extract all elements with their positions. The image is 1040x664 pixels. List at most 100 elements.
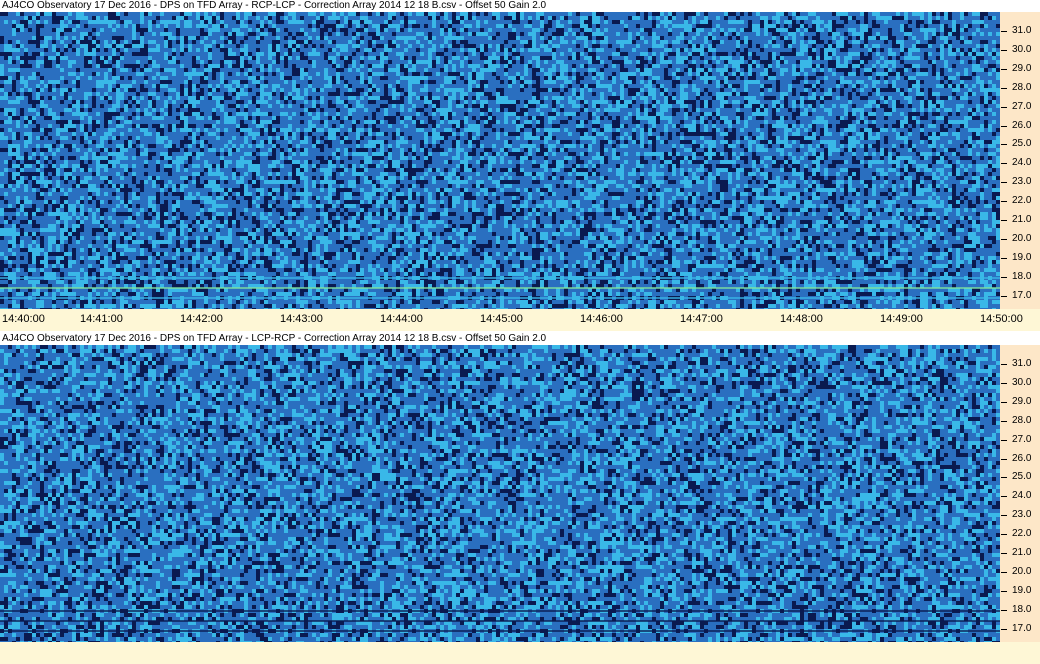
noise-pixel bbox=[412, 92, 416, 96]
noise-pixel bbox=[692, 60, 696, 64]
noise-pixel bbox=[444, 160, 448, 164]
noise-pixel bbox=[12, 152, 16, 156]
noise-pixel bbox=[76, 12, 80, 16]
noise-pixel bbox=[748, 20, 752, 24]
noise-pixel bbox=[708, 140, 712, 144]
noise-pixel bbox=[884, 148, 888, 152]
noise-pixel bbox=[848, 144, 852, 148]
noise-pixel bbox=[784, 96, 788, 100]
noise-pixel bbox=[616, 48, 620, 52]
noise-pixel bbox=[280, 20, 284, 24]
noise-pixel bbox=[836, 40, 840, 44]
noise-pixel bbox=[644, 108, 648, 112]
noise-pixel bbox=[108, 140, 112, 144]
noise-pixel bbox=[104, 16, 108, 20]
noise-pixel bbox=[24, 156, 28, 160]
noise-pixel bbox=[228, 64, 232, 68]
noise-pixel bbox=[844, 148, 848, 152]
noise-pixel bbox=[624, 152, 628, 156]
noise-pixel bbox=[596, 28, 600, 32]
noise-pixel bbox=[172, 160, 176, 164]
noise-pixel bbox=[752, 28, 756, 32]
noise-pixel bbox=[736, 20, 740, 24]
noise-pixel bbox=[216, 64, 220, 68]
noise-pixel bbox=[944, 12, 948, 16]
noise-pixel bbox=[376, 12, 380, 16]
noise-pixel bbox=[20, 112, 24, 116]
noise-pixel bbox=[224, 144, 228, 148]
noise-pixel bbox=[852, 72, 856, 76]
noise-pixel bbox=[276, 12, 280, 16]
noise-pixel bbox=[188, 44, 192, 48]
noise-pixel bbox=[312, 28, 316, 32]
noise-pixel bbox=[792, 20, 796, 24]
noise-pixel bbox=[640, 60, 644, 64]
noise-pixel bbox=[588, 84, 592, 88]
noise-pixel bbox=[640, 56, 644, 60]
noise-pixel bbox=[748, 116, 752, 120]
noise-pixel bbox=[992, 96, 996, 100]
noise-pixel bbox=[264, 24, 268, 28]
noise-pixel bbox=[40, 112, 44, 116]
noise-pixel bbox=[692, 152, 696, 156]
noise-pixel bbox=[552, 36, 556, 40]
noise-pixel bbox=[872, 12, 876, 16]
noise-pixel bbox=[852, 108, 856, 112]
noise-pixel bbox=[260, 64, 264, 68]
noise-pixel bbox=[800, 140, 804, 144]
noise-pixel bbox=[816, 56, 820, 60]
noise-pixel bbox=[100, 156, 104, 160]
noise-pixel bbox=[164, 56, 168, 60]
noise-pixel bbox=[460, 48, 464, 52]
noise-pixel bbox=[908, 76, 912, 80]
noise-pixel bbox=[516, 72, 520, 76]
noise-pixel bbox=[620, 52, 624, 56]
noise-pixel bbox=[444, 76, 448, 80]
noise-pixel bbox=[60, 24, 64, 28]
noise-pixel bbox=[648, 104, 652, 108]
noise-pixel bbox=[276, 144, 280, 148]
noise-pixel bbox=[656, 136, 660, 140]
noise-pixel bbox=[212, 76, 216, 80]
noise-pixel bbox=[84, 124, 88, 128]
noise-pixel bbox=[120, 56, 124, 60]
noise-pixel bbox=[360, 128, 364, 132]
noise-pixel bbox=[232, 104, 236, 108]
noise-pixel bbox=[208, 20, 212, 24]
noise-pixel bbox=[0, 136, 4, 140]
noise-pixel bbox=[620, 20, 624, 24]
noise-pixel bbox=[32, 76, 36, 80]
noise-pixel bbox=[624, 76, 628, 80]
noise-pixel bbox=[716, 116, 720, 120]
noise-pixel bbox=[784, 36, 788, 40]
noise-pixel bbox=[344, 20, 348, 24]
noise-pixel bbox=[828, 32, 832, 36]
noise-pixel bbox=[264, 140, 268, 144]
noise-pixel bbox=[52, 12, 56, 16]
noise-pixel bbox=[860, 56, 864, 60]
noise-pixel bbox=[960, 12, 964, 16]
noise-pixel bbox=[728, 28, 732, 32]
noise-pixel bbox=[28, 116, 32, 120]
noise-pixel bbox=[76, 108, 80, 112]
noise-pixel bbox=[332, 152, 336, 156]
spectrogram-rcp-lcp[interactable] bbox=[0, 12, 1000, 309]
noise-pixel bbox=[376, 32, 380, 36]
noise-pixel bbox=[132, 40, 136, 44]
noise-pixel bbox=[84, 64, 88, 68]
noise-pixel bbox=[792, 40, 796, 44]
noise-pixel bbox=[428, 64, 432, 68]
noise-pixel bbox=[124, 148, 128, 152]
noise-pixel bbox=[192, 136, 196, 140]
noise-pixel bbox=[692, 36, 696, 40]
noise-pixel bbox=[592, 72, 596, 76]
noise-pixel bbox=[396, 144, 400, 148]
noise-pixel bbox=[556, 160, 560, 164]
noise-pixel bbox=[648, 72, 652, 76]
noise-pixel bbox=[76, 100, 80, 104]
noise-pixel bbox=[240, 64, 244, 68]
noise-pixel bbox=[956, 88, 960, 92]
noise-pixel bbox=[600, 40, 604, 44]
noise-pixel bbox=[468, 136, 472, 140]
noise-pixel bbox=[384, 88, 388, 92]
